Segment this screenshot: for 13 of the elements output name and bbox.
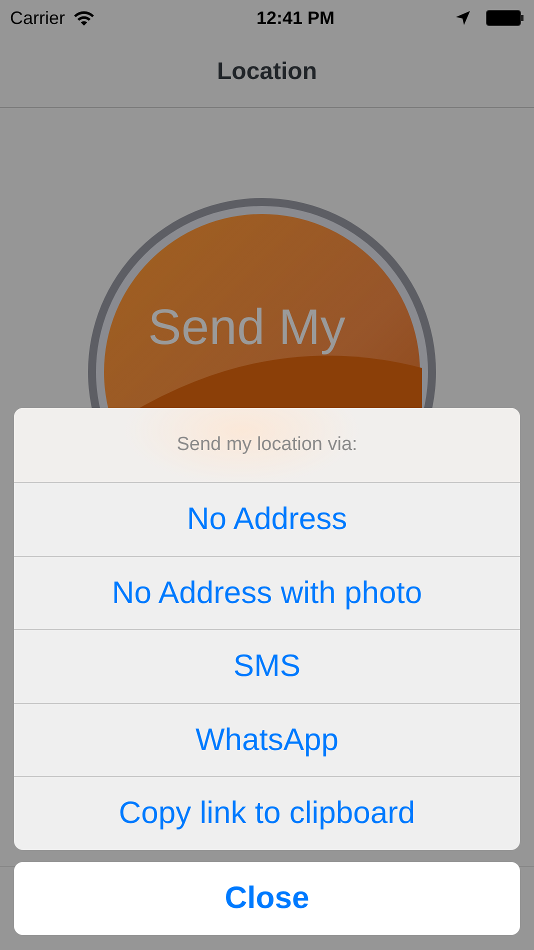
carrier-label: Carrier bbox=[10, 6, 66, 30]
location-arrow-icon bbox=[456, 11, 470, 25]
time-label: 12:41 PM bbox=[256, 6, 335, 30]
sheet-option[interactable]: No Address bbox=[14, 482, 520, 556]
wifi-icon bbox=[73, 10, 96, 26]
sheet-option[interactable]: Copy link to clipboard bbox=[14, 776, 520, 850]
close-button[interactable]: Close bbox=[14, 862, 520, 935]
sheet-option[interactable]: SMS bbox=[14, 629, 520, 702]
sheet-title: Send my location via: bbox=[176, 432, 358, 457]
nav-title: Location bbox=[217, 56, 317, 86]
battery-icon bbox=[486, 10, 524, 26]
sheet-option[interactable]: WhatsApp bbox=[14, 702, 520, 776]
sheet-option[interactable]: No Address with photo bbox=[14, 556, 520, 629]
